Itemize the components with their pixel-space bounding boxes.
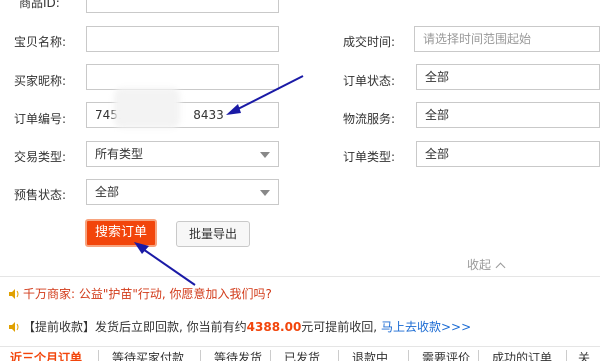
order-status-select[interactable]: 全部 (416, 64, 600, 90)
advance-notice-pre: 【提前收款】发货后立即回款, 你当前有约 (23, 320, 247, 334)
logistics-select[interactable]: 全部 (416, 102, 600, 128)
item-name-label: 宝贝名称: (14, 35, 67, 49)
charity-notice[interactable]: 千万商家: 公益"护苗"行动, 你愿意加入我们吗? (8, 285, 272, 302)
advance-payment-notice: 【提前收款】发货后立即回款, 你当前有约4388.00元可提前收回, 马上去收款… (8, 318, 471, 335)
chevron-down-icon (260, 190, 270, 196)
divider (0, 276, 600, 277)
trade-type-select[interactable]: 所有类型 (86, 141, 279, 167)
tab-awaiting-shipment[interactable]: 等待发货 (214, 349, 262, 361)
presale-label: 预售状态: (14, 188, 67, 202)
item-id-label: 商品ID: (19, 0, 60, 10)
item-id-input[interactable] (86, 0, 279, 13)
advance-notice-post: 元可提前收回, (301, 320, 378, 334)
logistics-value: 全部 (425, 108, 450, 122)
order-type-value: 全部 (425, 147, 450, 161)
buyer-nick-input[interactable] (86, 64, 279, 90)
speaker-icon (9, 289, 19, 299)
batch-export-button[interactable]: 批量导出 (176, 221, 250, 247)
tab-awaiting-payment[interactable]: 等待买家付款 (112, 349, 184, 361)
chevron-down-icon (260, 152, 270, 158)
chevron-up-icon (495, 262, 506, 273)
trade-type-label: 交易类型: (14, 150, 67, 164)
order-type-label: 订单类型: (343, 150, 396, 164)
speaker-icon (9, 322, 19, 332)
order-no-label: 订单编号: (14, 112, 67, 126)
search-orders-button[interactable]: 搜索订单 (85, 219, 157, 247)
trade-type-value: 所有类型 (95, 147, 144, 161)
deal-time-label: 成交时间: (343, 35, 396, 49)
tab-successful-orders[interactable]: 成功的订单 (492, 349, 552, 361)
collect-now-link[interactable]: 马上去收款>>> (381, 320, 471, 334)
logistics-label: 物流服务: (343, 112, 396, 126)
tab-refunding[interactable]: 退款中 (352, 349, 388, 361)
buyer-nick-label: 买家昵称: (14, 74, 67, 88)
item-name-input[interactable] (86, 26, 279, 52)
deal-time-input[interactable]: 请选择时间范围起始 (414, 26, 600, 52)
advance-amount: 4388.00 (246, 320, 302, 334)
arrow-to-search-button (139, 246, 196, 286)
tab-closed[interactable]: 关 (578, 349, 590, 361)
order-status-label: 订单状态: (343, 74, 396, 88)
tab-recent-orders[interactable]: 近三个月订单 (10, 349, 82, 361)
redaction-blur (114, 88, 180, 128)
presale-value: 全部 (95, 185, 120, 199)
order-no-suffix: 8433 (193, 108, 224, 122)
order-tabs: 近三个月订单 等待买家付款 等待发货 已发货 退款中 需要评价 成功的订单 关 (0, 346, 600, 361)
presale-select[interactable]: 全部 (86, 179, 279, 205)
collapse-label: 收起 (467, 258, 492, 272)
charity-notice-text: 千万商家: 公益"护苗"行动, 你愿意加入我们吗? (23, 287, 272, 301)
collapse-toggle[interactable]: 收起 (467, 256, 506, 273)
order-type-select[interactable]: 全部 (416, 141, 600, 167)
tab-shipped[interactable]: 已发货 (284, 349, 320, 361)
tab-needs-review[interactable]: 需要评价 (422, 349, 470, 361)
order-status-value: 全部 (425, 70, 450, 84)
